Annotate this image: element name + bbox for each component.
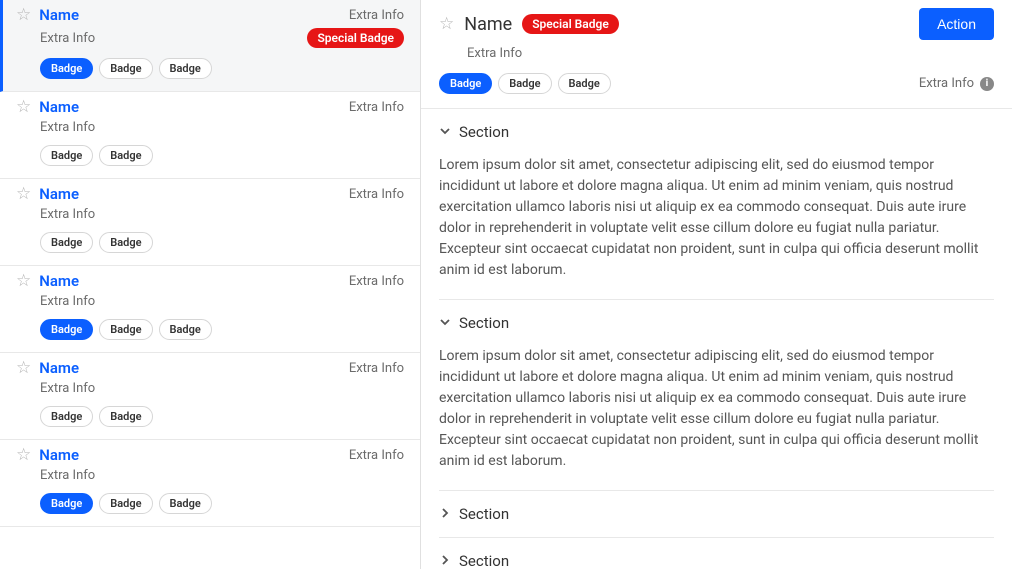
detail-header: ☆ Name Special Badge Action Extra Info B… (421, 0, 1012, 109)
item-extra-right: Extra Info (349, 361, 404, 376)
badge: Badge (99, 58, 152, 79)
star-icon[interactable]: ☆ (16, 7, 31, 24)
badge: Badge (40, 232, 93, 253)
star-icon[interactable]: ☆ (16, 273, 31, 290)
item-extra-sub: Extra Info (40, 120, 95, 135)
badge: Badge (498, 73, 551, 94)
section-title: Section (459, 552, 509, 569)
item-name-link[interactable]: Name (39, 6, 79, 24)
list-item[interactable]: ☆ Name Extra Info Extra Info Badge Badge (0, 179, 420, 266)
list-pane[interactable]: ☆ Name Extra Info Extra Info Special Badge Ba… (0, 0, 421, 569)
badge: Badge (99, 232, 152, 253)
section-header[interactable]: Section (439, 300, 994, 346)
item-extra-sub: Extra Info (40, 468, 95, 483)
item-extra-right: Extra Info (349, 100, 404, 115)
item-extra-right: Extra Info (349, 274, 404, 289)
sections-container: Section Lorem ipsum dolor sit amet, conse… (421, 109, 1012, 569)
star-icon[interactable]: ☆ (16, 99, 31, 116)
list-item[interactable]: ☆ Name Extra Info Extra Info Badge Badge (0, 92, 420, 179)
badge: Badge (159, 319, 212, 340)
badge: Badge (159, 493, 212, 514)
badge: Badge (439, 73, 492, 94)
detail-extra-right-text: Extra Info (919, 76, 974, 91)
item-name-link[interactable]: Name (39, 98, 79, 116)
detail-subinfo: Extra Info (439, 46, 994, 61)
section-header[interactable]: Section (439, 109, 994, 155)
chevron-right-icon (439, 554, 451, 569)
section-title: Section (459, 505, 509, 523)
item-extra-right: Extra Info (349, 8, 404, 23)
badge: Badge (40, 406, 93, 427)
action-button[interactable]: Action (919, 8, 994, 40)
item-name-link[interactable]: Name (39, 446, 79, 464)
detail-pane[interactable]: ☆ Name Special Badge Action Extra Info B… (421, 0, 1012, 569)
list-item[interactable]: ☆ Name Extra Info Extra Info Special Badge Ba… (0, 0, 420, 92)
section-title: Section (459, 314, 509, 332)
star-icon[interactable]: ☆ (439, 16, 454, 33)
section: Section (439, 491, 994, 538)
item-extra-right: Extra Info (349, 187, 404, 202)
item-extra-sub: Extra Info (40, 294, 95, 309)
info-icon[interactable]: i (980, 77, 994, 91)
list-item[interactable]: ☆ Name Extra Info Extra Info Badge Badge (0, 353, 420, 440)
special-badge: Special Badge (307, 28, 404, 48)
item-extra-sub: Extra Info (40, 207, 95, 222)
item-extra-right: Extra Info (349, 448, 404, 463)
badge: Badge (159, 58, 212, 79)
list-item[interactable]: ☆ Name Extra Info Extra Info Badge Badge Badge (0, 440, 420, 527)
section-body: Lorem ipsum dolor sit amet, consectetur … (439, 346, 994, 490)
badge: Badge (40, 493, 93, 514)
section: Section Lorem ipsum dolor sit amet, conse… (439, 109, 994, 300)
section: Section (439, 538, 994, 569)
star-icon[interactable]: ☆ (16, 360, 31, 377)
section-header[interactable]: Section (439, 538, 994, 569)
detail-title: Name (464, 14, 512, 35)
special-badge: Special Badge (522, 14, 619, 34)
star-icon[interactable]: ☆ (16, 447, 31, 464)
badge: Badge (99, 145, 152, 166)
badge: Badge (99, 319, 152, 340)
item-name-link[interactable]: Name (39, 272, 79, 290)
detail-extra-right: Extra Info i (919, 76, 994, 91)
chevron-down-icon (439, 125, 451, 140)
chevron-right-icon (439, 507, 451, 522)
item-name-link[interactable]: Name (39, 185, 79, 203)
item-extra-sub: Extra Info (40, 381, 95, 396)
item-name-link[interactable]: Name (39, 359, 79, 377)
section-title: Section (459, 123, 509, 141)
chevron-down-icon (439, 316, 451, 331)
section: Section Lorem ipsum dolor sit amet, conse… (439, 300, 994, 491)
badge: Badge (558, 73, 611, 94)
badge: Badge (99, 493, 152, 514)
badge: Badge (40, 319, 93, 340)
section-body: Lorem ipsum dolor sit amet, consectetur … (439, 155, 994, 299)
detail-badges: Badge Badge Badge (439, 73, 611, 94)
badge: Badge (40, 145, 93, 166)
item-extra-sub: Extra Info (40, 31, 95, 46)
section-header[interactable]: Section (439, 491, 994, 537)
badge: Badge (40, 58, 93, 79)
list-item[interactable]: ☆ Name Extra Info Extra Info Badge Badge Badge (0, 266, 420, 353)
badge: Badge (99, 406, 152, 427)
star-icon[interactable]: ☆ (16, 186, 31, 203)
